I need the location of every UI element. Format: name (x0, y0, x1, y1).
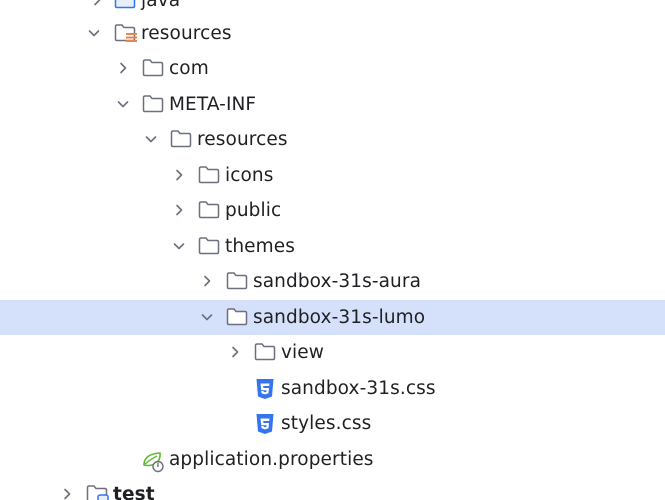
tree-item-label: public (225, 200, 282, 221)
tree-item-themes[interactable]: themes (0, 229, 665, 265)
folder-icon (197, 229, 223, 265)
project-tree: java resources com META-INF resources ic… (0, 0, 665, 500)
tree-item-view[interactable]: view (0, 335, 665, 371)
css-file-icon (253, 371, 279, 407)
tree-item-label: com (169, 58, 209, 79)
tree-item-label: resources (197, 129, 288, 150)
tree-item-label: META-INF (169, 93, 257, 115)
tree-item-meta-inf-resources[interactable]: resources (0, 122, 665, 158)
folder-icon (225, 300, 251, 336)
tree-item-com[interactable]: com (0, 51, 665, 87)
spring-properties-icon (141, 442, 167, 478)
test-source-folder-icon (85, 477, 111, 500)
tree-item-icons[interactable]: icons (0, 158, 665, 194)
resources-root-folder-icon (113, 16, 139, 52)
tree-item-label: sandbox-31s-lumo (253, 306, 426, 328)
folder-icon (225, 264, 251, 300)
tree-item-styles-css[interactable]: styles.css (0, 406, 665, 442)
tree-item-test[interactable]: test (0, 477, 665, 500)
folder-icon (253, 335, 279, 371)
tree-item-label: themes (225, 235, 296, 257)
tree-item-public[interactable]: public (0, 193, 665, 229)
chevron-right-icon[interactable] (225, 335, 245, 371)
tree-item-sandbox-31s-aura[interactable]: sandbox-31s-aura (0, 264, 665, 300)
chevron-down-icon[interactable] (84, 16, 104, 52)
chevron-right-icon[interactable] (169, 158, 189, 194)
chevron-down-icon[interactable] (113, 87, 133, 123)
tree-item-label: sandbox-31s-aura (253, 271, 422, 292)
chevron-down-icon[interactable] (169, 229, 189, 265)
tree-item-sandbox-31s-css[interactable]: sandbox-31s.css (0, 371, 665, 407)
chevron-down-icon[interactable] (141, 122, 161, 158)
chevron-right-icon[interactable] (57, 477, 77, 500)
chevron-right-icon[interactable] (197, 264, 217, 300)
chevron-right-icon[interactable] (169, 193, 189, 229)
folder-icon (197, 193, 223, 229)
folder-icon (197, 158, 223, 194)
tree-item-application-properties[interactable]: application.properties (0, 442, 665, 478)
chevron-right-icon[interactable] (113, 51, 133, 87)
tree-item-resources[interactable]: resources (0, 16, 665, 52)
tree-item-label: icons (225, 164, 274, 186)
folder-icon (169, 122, 195, 158)
folder-icon (141, 87, 167, 123)
tree-item-label: styles.css (281, 413, 372, 434)
folder-icon (141, 51, 167, 87)
tree-item-label: view (281, 342, 325, 363)
tree-item-label: sandbox-31s.css (281, 377, 436, 399)
tree-item-label: resources (141, 22, 232, 44)
tree-item-label: application.properties (169, 448, 374, 470)
tree-item-sandbox-31s-lumo[interactable]: sandbox-31s-lumo (0, 299, 665, 336)
tree-item-meta-inf[interactable]: META-INF (0, 87, 665, 123)
tree-item-label: test (113, 484, 155, 500)
chevron-down-icon[interactable] (197, 300, 217, 336)
css-file-icon (253, 406, 279, 442)
